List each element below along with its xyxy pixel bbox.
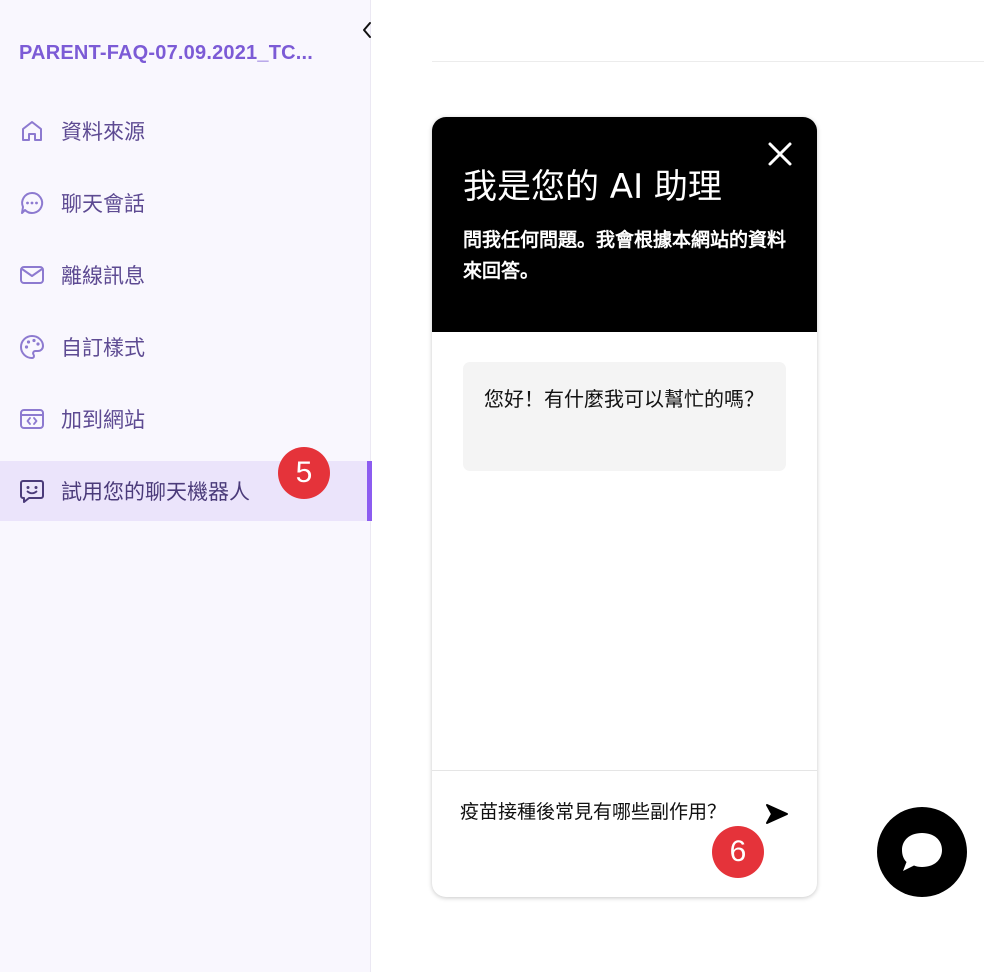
chat-widget: 我是您的 AI 助理 問我任何問題。我會根據本網站的資料來回答。 您好！有什麼我… — [432, 117, 817, 897]
chat-bubble-icon — [902, 833, 942, 871]
sidebar-item-label: 資料來源 — [61, 120, 145, 144]
bot-message-icon — [18, 477, 46, 505]
chevron-left-icon — [363, 22, 371, 38]
chat-launcher-button[interactable] — [877, 807, 967, 897]
home-icon — [18, 117, 46, 145]
project-title: PARENT-FAQ-07.09.2021_TC... — [19, 42, 314, 64]
sidebar-item-data-sources[interactable]: 資料來源 — [0, 101, 371, 161]
sidebar-item-label: 試用您的聊天機器人 — [61, 480, 250, 504]
send-icon — [766, 804, 788, 824]
chat-header: 我是您的 AI 助理 問我任何問題。我會根據本網站的資料來回答。 — [432, 117, 817, 332]
sidebar-item-label: 加到網站 — [61, 408, 145, 432]
send-button[interactable] — [764, 803, 790, 825]
sidebar-item-label: 自訂樣式 — [61, 336, 145, 360]
sidebar-item-label: 離線訊息 — [61, 264, 145, 288]
sidebar-item-add-to-website[interactable]: 加到網站 — [0, 389, 371, 449]
sidebar-item-chat-sessions[interactable]: 聊天會話 — [0, 173, 371, 233]
mail-icon — [18, 261, 46, 289]
palette-icon — [18, 333, 46, 361]
active-indicator — [367, 461, 372, 521]
sidebar-item-offline-messages[interactable]: 離線訊息 — [0, 245, 371, 305]
message-input[interactable]: 疫苗接種後常見有哪些副作用？ — [460, 798, 750, 856]
sidebar-item-custom-style[interactable]: 自訂樣式 — [0, 317, 371, 377]
chat-dots-icon — [18, 189, 46, 217]
close-button[interactable] — [765, 139, 795, 169]
chat-subtitle: 問我任何問題。我會根據本網站的資料來回答。 — [463, 229, 787, 282]
divider — [432, 770, 817, 771]
assistant-message-bubble: 您好！有什麼我可以幫忙的嗎？ — [463, 362, 786, 471]
close-icon — [768, 142, 792, 166]
step-badge: 6 — [712, 826, 764, 878]
code-window-icon — [18, 405, 46, 433]
step-badge: 5 — [278, 447, 330, 499]
sidebar-item-label: 聊天會話 — [61, 192, 145, 216]
chat-title: 我是您的 AI 助理 — [463, 167, 722, 207]
collapse-sidebar-button[interactable] — [356, 18, 378, 42]
divider — [432, 61, 984, 62]
